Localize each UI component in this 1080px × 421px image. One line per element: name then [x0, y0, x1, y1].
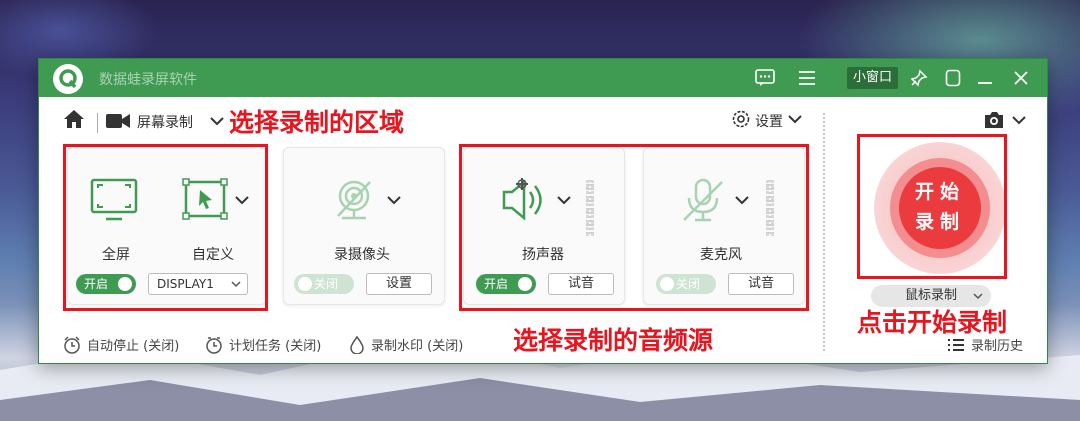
settings-label: 设置 — [755, 114, 783, 130]
app-window: 数据蛙录屏软件 小窗口 屏幕录制 选择录制的区域 设置 全屏 自定义 开启 DI… — [38, 58, 1048, 364]
webcam-card: 录摄像头 关闭 设置 — [283, 147, 445, 305]
chat-icon[interactable] — [753, 66, 777, 90]
toolbar-separator — [97, 113, 98, 133]
highlight-region — [63, 144, 268, 311]
webcam-settings-button[interactable]: 设置 — [366, 273, 432, 295]
chevron-down-icon[interactable] — [209, 113, 225, 133]
annotation-region: 选择录制的区域 — [229, 108, 405, 137]
mouse-record-label: 鼠标录制 — [904, 288, 957, 303]
watermark-option[interactable]: 录制水印 (关闭) — [349, 335, 463, 354]
pin-icon[interactable] — [907, 66, 931, 90]
chevron-down-icon — [1011, 112, 1027, 132]
settings-menu[interactable]: 设置 — [731, 109, 803, 133]
video-camera-icon — [105, 111, 131, 135]
webcam-label: 录摄像头 — [334, 247, 390, 263]
chevron-down-icon — [787, 111, 803, 131]
auto-stop-label: 自动停止 (关闭) — [87, 339, 180, 354]
menu-icon[interactable] — [795, 66, 819, 90]
webcam-off-icon[interactable] — [332, 178, 376, 226]
annotation-start: 点击开始录制 — [857, 308, 1008, 337]
webcam-toggle-label: 关闭 — [314, 277, 339, 291]
webcam-toggle[interactable]: 关闭 — [294, 274, 354, 294]
water-drop-icon — [350, 335, 364, 354]
watermark-label: 录制水印 (关闭) — [371, 339, 464, 354]
toggle-knob — [298, 277, 312, 291]
gear-icon — [731, 109, 751, 133]
home-icon[interactable] — [63, 109, 85, 133]
screenshot-menu[interactable] — [983, 111, 1027, 133]
panel-divider — [823, 113, 825, 351]
camera-icon — [983, 111, 1005, 133]
close-icon[interactable] — [1009, 66, 1033, 90]
clock-icon — [206, 336, 222, 354]
schedule-label: 计划任务 (关闭) — [229, 339, 322, 354]
title-bar: 数据蛙录屏软件 小窗口 — [39, 59, 1047, 97]
chevron-down-icon — [973, 293, 983, 300]
chevron-down-icon[interactable] — [386, 192, 402, 212]
highlight-start — [857, 134, 1007, 279]
app-title: 数据蛙录屏软件 — [99, 72, 197, 88]
annotation-audio: 选择录制的音频源 — [513, 326, 714, 355]
list-icon — [948, 338, 964, 351]
alarm-clock-icon — [64, 335, 80, 354]
skin-icon[interactable] — [941, 66, 965, 90]
recording-mode-label[interactable]: 屏幕录制 — [137, 112, 193, 132]
highlight-audio — [459, 144, 809, 311]
mini-window-button[interactable]: 小窗口 — [847, 67, 899, 89]
auto-stop-option[interactable]: 自动停止 (关闭) — [63, 335, 179, 354]
schedule-option[interactable]: 计划任务 (关闭) — [205, 335, 321, 354]
app-logo-icon — [53, 64, 83, 94]
recording-history-option[interactable]: 录制历史 — [947, 335, 1023, 354]
minimize-icon[interactable] — [973, 66, 997, 90]
recording-history-label: 录制历史 — [971, 339, 1024, 354]
